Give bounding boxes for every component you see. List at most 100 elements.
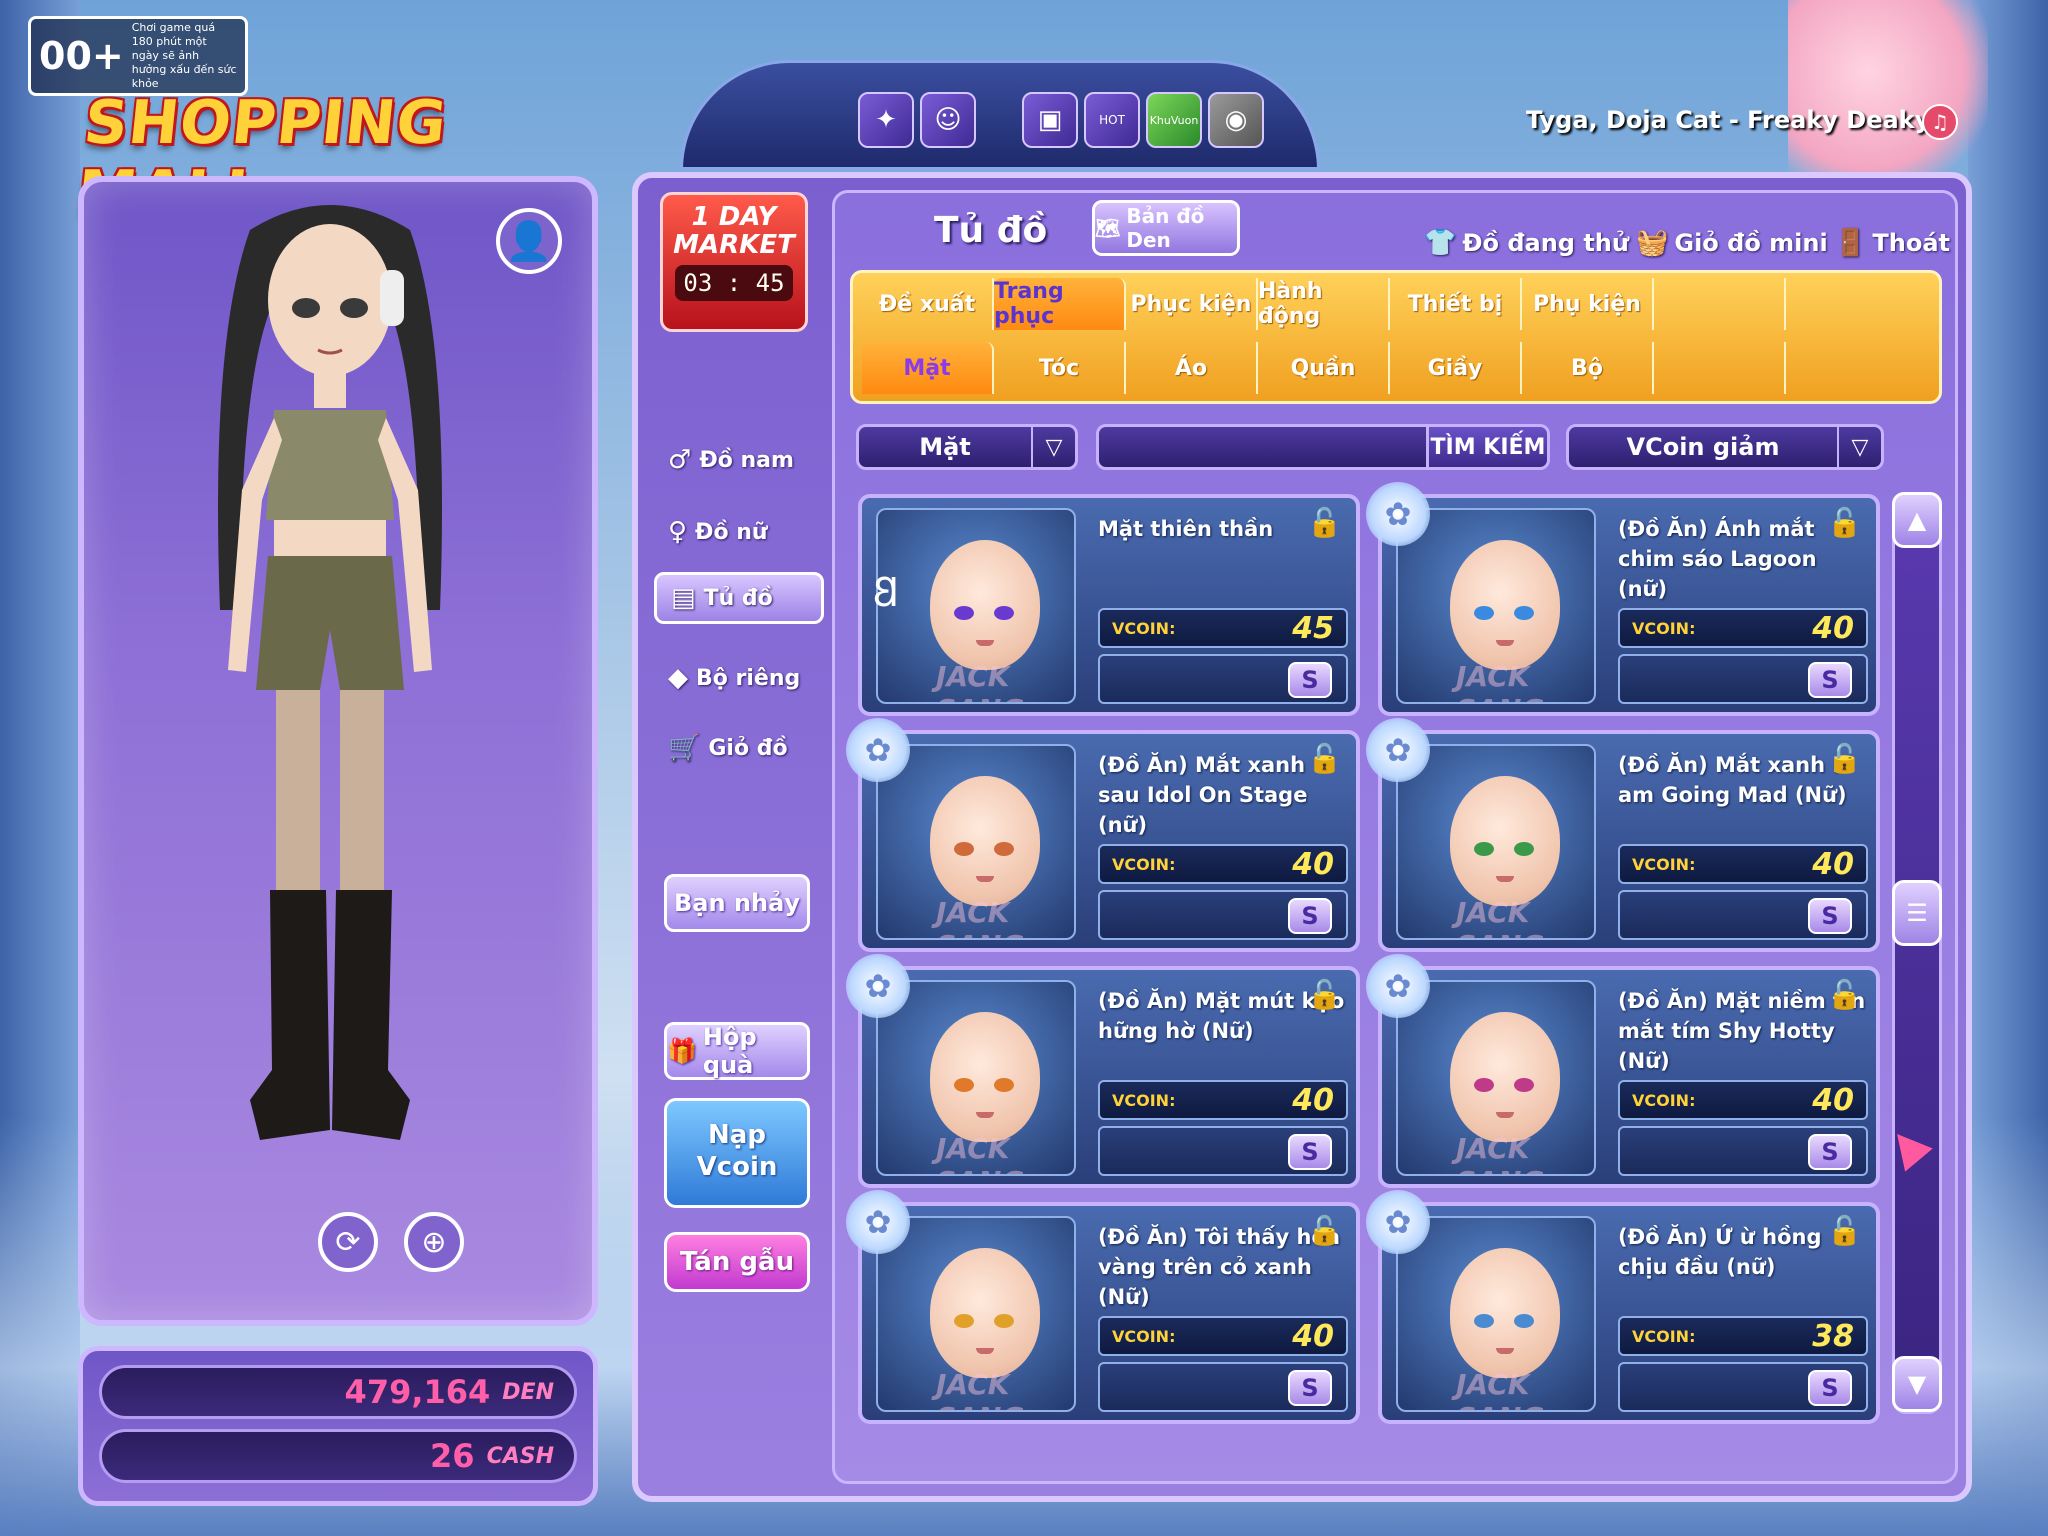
buy-button[interactable]: S	[1288, 1370, 1332, 1406]
lock-icon[interactable]: 🔓	[1307, 506, 1342, 539]
rotate-icon[interactable]: ⟳	[318, 1212, 378, 1272]
tab-trang-phuc[interactable]: Trang phục	[994, 278, 1126, 330]
tab-hanh-dong[interactable]: Hành động	[1258, 278, 1390, 330]
subtab-giay[interactable]: Giầy	[1390, 342, 1522, 394]
buy-bar: S	[1098, 890, 1348, 940]
item-card[interactable]: JACK SANG✿(Đồ Ăn) Mắt xanh sau Idol On S…	[846, 718, 1360, 952]
item-card[interactable]: JACK SANG𐐒Mặt thiên thần🔓VCOIN:45S	[858, 494, 1360, 716]
item-card[interactable]: JACK SANG✿(Đồ Ăn) Tôi thấy hoa vàng trên…	[846, 1190, 1360, 1424]
buy-bar: S	[1098, 1126, 1348, 1176]
lock-icon[interactable]: 🔓	[1307, 742, 1342, 775]
left-eye	[1474, 1078, 1494, 1092]
trying-on-button[interactable]: 👕 Đồ đang thử	[1424, 228, 1629, 258]
price-label: VCOIN:	[1632, 854, 1696, 874]
exit-button[interactable]: 🚪 Thoát	[1834, 228, 1950, 258]
mini-cart-button[interactable]: 🧺 Giỏ đồ mini	[1636, 228, 1828, 258]
cash-label: CASH	[486, 1443, 554, 1469]
sort-dropdown[interactable]: VCoin giảm ▽	[1566, 424, 1884, 470]
topup-vcoin-button[interactable]: Nạp Vcoin	[664, 1098, 810, 1208]
subtab-ao[interactable]: Áo	[1126, 342, 1258, 394]
stone-icon[interactable]: ◉	[1208, 92, 1264, 148]
price-value: 40	[1292, 846, 1334, 882]
scroll-down-icon[interactable]: ▼	[1892, 1356, 1942, 1412]
lock-icon[interactable]: 🔓	[1827, 978, 1862, 1011]
mouth	[1496, 1348, 1514, 1354]
left-eye	[1474, 606, 1494, 620]
subtab-mat[interactable]: Mặt	[862, 342, 994, 394]
item-card[interactable]: JACK SANG✿(Đồ Ăn) Mặt niềm tin mắt tím S…	[1366, 954, 1880, 1188]
buy-button[interactable]: S	[1808, 1370, 1852, 1406]
watermark: JACK SANG	[1456, 1368, 1544, 1410]
den-map-button[interactable]: 🗺 Bản đồ Den	[1092, 200, 1240, 256]
topup-label-line2: Vcoin	[696, 1152, 778, 1182]
hot-box-icon[interactable]: HOT	[1084, 92, 1140, 148]
item-card[interactable]: JACK SANG✿(Đồ Ăn) Ánh mắt chim sáo Lagoo…	[1366, 482, 1880, 716]
ghost-icon[interactable]: ☺	[920, 92, 976, 148]
sort-dropdown-value: VCoin giảm	[1626, 433, 1780, 461]
background-blossom-tree	[1788, 0, 1988, 180]
buy-button[interactable]: S	[1288, 662, 1332, 698]
one-day-market-button[interactable]: 1 DAY MARKET 03 : 45	[660, 192, 808, 332]
subtab-toc[interactable]: Tóc	[994, 342, 1126, 394]
basket-icon: 🧺	[1636, 228, 1669, 258]
sidebar-item-male[interactable]: ♂ Đồ nam	[654, 434, 824, 486]
item-card[interactable]: JACK SANG✿(Đồ Ăn) Mặt mút kẹo hững hờ (N…	[846, 954, 1360, 1188]
cart-icon: 🛒	[668, 733, 701, 763]
price-bar: VCOIN: 45	[1098, 608, 1348, 648]
subtab-quan[interactable]: Quần	[1258, 342, 1390, 394]
lock-icon[interactable]: 🔓	[1307, 978, 1342, 1011]
zoom-in-icon[interactable]: ⊕	[404, 1212, 464, 1272]
buy-bar: S	[1098, 654, 1348, 704]
khu-vuon-icon[interactable]: KhuVuon	[1146, 92, 1202, 148]
tab-de-xuat[interactable]: Đề xuất	[862, 278, 994, 330]
gift-box-button[interactable]: 🎁 Hộp quà	[664, 1022, 810, 1080]
buy-button[interactable]: S	[1808, 898, 1852, 934]
item-card[interactable]: JACK SANG✿(Đồ Ăn) Mắt xanh I am Going Ma…	[1366, 718, 1880, 952]
search-button[interactable]: TÌM KIẾM	[1426, 424, 1550, 470]
item-thumbnail: JACK SANG	[1396, 744, 1596, 940]
music-icon[interactable]: ♫	[1922, 104, 1958, 140]
price-value: 45	[1292, 610, 1334, 646]
profile-icon[interactable]: 👤	[496, 208, 562, 274]
sidebar-item-cart[interactable]: 🛒 Giỏ đồ	[654, 722, 824, 774]
sidebar-item-female[interactable]: ♀ Đồ nữ	[654, 506, 824, 558]
wardrobe-icon: ▤	[671, 583, 696, 613]
scrollbar-track[interactable]	[1892, 494, 1942, 1414]
shirt-icon: 👕	[1424, 228, 1457, 258]
chevron-down-icon: ▽	[1837, 427, 1881, 467]
tab-empty-1	[1654, 278, 1786, 330]
category-tabs: Đề xuất Trang phục Phục kiện Hành động T…	[862, 276, 1918, 332]
face-preview	[1450, 1248, 1560, 1378]
sidebar-item-private-set[interactable]: ◆ Bộ riêng	[654, 652, 824, 704]
lock-icon[interactable]: 🔓	[1827, 506, 1862, 539]
buy-button[interactable]: S	[1808, 662, 1852, 698]
left-eye	[1474, 1314, 1494, 1328]
buy-button[interactable]: S	[1808, 1134, 1852, 1170]
lock-icon[interactable]: 🔓	[1827, 1214, 1862, 1247]
buy-button[interactable]: S	[1288, 1134, 1332, 1170]
buy-bar: S	[1098, 1362, 1348, 1412]
chat-button[interactable]: Tán gẫu	[664, 1232, 810, 1292]
scroll-up-icon[interactable]: ▲	[1892, 492, 1942, 548]
price-bar: VCOIN: 40	[1098, 1316, 1348, 1356]
subtab-bo[interactable]: Bộ	[1522, 342, 1654, 394]
ribbon-icon: ✿	[846, 718, 910, 782]
item-card[interactable]: JACK SANG✿(Đồ Ăn) Ứ ừ hồng chịu đầu (nữ)…	[1366, 1190, 1880, 1424]
female-icon: ♀	[668, 517, 688, 547]
lock-icon[interactable]: 🔓	[1827, 742, 1862, 775]
buy-button[interactable]: S	[1288, 898, 1332, 934]
category-dropdown[interactable]: Mặt ▽	[856, 424, 1078, 470]
ribbon-icon: ✿	[846, 954, 910, 1018]
right-eye	[1514, 1314, 1534, 1328]
lock-icon[interactable]: 🔓	[1307, 1214, 1342, 1247]
tv-icon[interactable]: ▣	[1022, 92, 1078, 148]
butterfly-icon[interactable]: ✦	[858, 92, 914, 148]
subtab-empty-2	[1786, 342, 1918, 394]
scrollbar-thumb[interactable]: ☰	[1892, 880, 1942, 946]
search-input[interactable]	[1096, 424, 1350, 470]
sidebar-item-wardrobe[interactable]: ▤ Tủ đồ	[654, 572, 824, 624]
tab-thiet-bi[interactable]: Thiết bị	[1390, 278, 1522, 330]
tab-phuc-kien[interactable]: Phục kiện	[1126, 278, 1258, 330]
tab-phu-kien[interactable]: Phụ kiện	[1522, 278, 1654, 330]
dance-partner-button[interactable]: Bạn nhảy	[664, 874, 810, 932]
